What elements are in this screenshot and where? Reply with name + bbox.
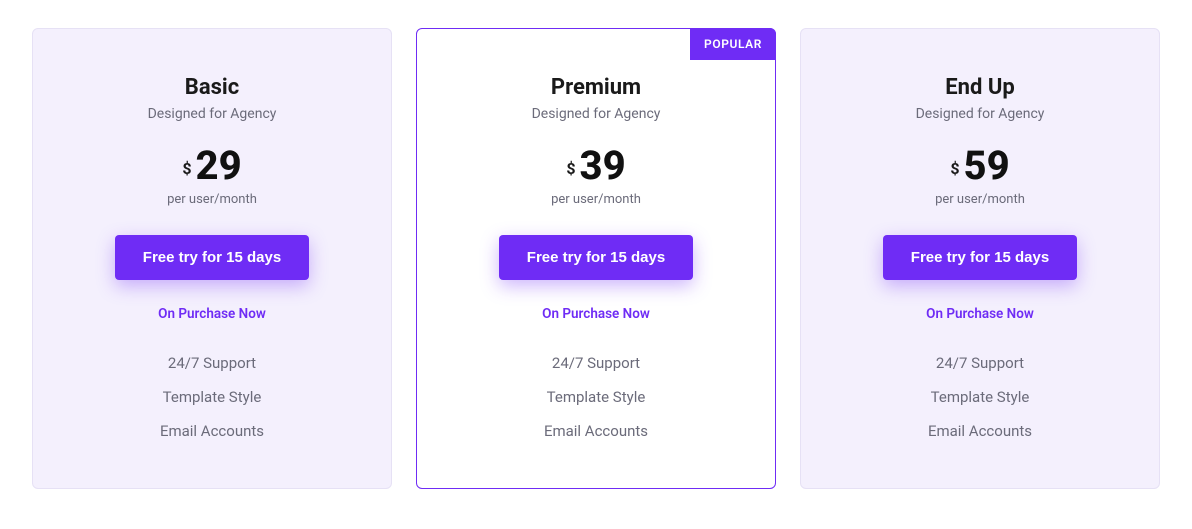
feature-item: 24/7 Support [445,346,747,380]
price-amount: 59 [964,146,1010,186]
price-currency: $ [566,159,575,178]
feature-list: 24/7 Support Template Style Email Accoun… [445,346,747,448]
plan-card-basic: Basic Designed for Agency $ 29 per user/… [32,28,392,489]
feature-item: 24/7 Support [61,346,363,380]
feature-item: Email Accounts [829,414,1131,448]
price-amount: 39 [580,146,626,186]
price-period: per user/month [829,192,1131,207]
pricing-plans: Basic Designed for Agency $ 29 per user/… [24,28,1168,489]
feature-item: Email Accounts [61,414,363,448]
price-currency: $ [950,159,959,178]
plan-card-premium: POPULAR Premium Designed for Agency $ 39… [416,28,776,489]
plan-price: $ 59 [829,146,1131,186]
plan-subtitle: Designed for Agency [61,106,363,122]
plan-card-endup: End Up Designed for Agency $ 59 per user… [800,28,1160,489]
plan-price: $ 29 [61,146,363,186]
plan-subtitle: Designed for Agency [829,106,1131,122]
feature-item: Template Style [829,380,1131,414]
price-amount: 29 [196,146,242,186]
price-period: per user/month [445,192,747,207]
plan-title: Premium [445,75,747,100]
plan-subtitle: Designed for Agency [445,106,747,122]
feature-item: Template Style [61,380,363,414]
free-try-button[interactable]: Free try for 15 days [883,235,1077,280]
feature-list: 24/7 Support Template Style Email Accoun… [61,346,363,448]
on-purchase-link[interactable]: On Purchase Now [445,306,747,322]
price-period: per user/month [61,192,363,207]
plan-price: $ 39 [445,146,747,186]
free-try-button[interactable]: Free try for 15 days [115,235,309,280]
feature-item: Email Accounts [445,414,747,448]
feature-item: Template Style [445,380,747,414]
plan-title: End Up [829,75,1131,100]
on-purchase-link[interactable]: On Purchase Now [61,306,363,322]
popular-badge: POPULAR [690,28,776,60]
free-try-button[interactable]: Free try for 15 days [499,235,693,280]
plan-title: Basic [61,75,363,100]
feature-item: 24/7 Support [829,346,1131,380]
on-purchase-link[interactable]: On Purchase Now [829,306,1131,322]
feature-list: 24/7 Support Template Style Email Accoun… [829,346,1131,448]
price-currency: $ [182,159,191,178]
